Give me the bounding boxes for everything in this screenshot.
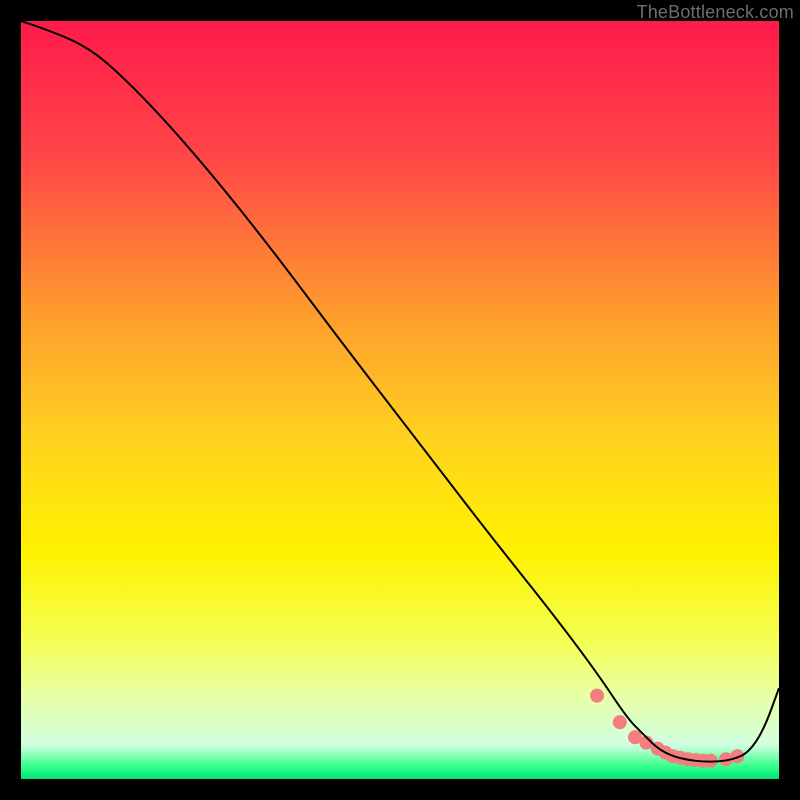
watermark-text: TheBottleneck.com: [637, 2, 794, 23]
chart-stage: TheBottleneck.com: [0, 0, 800, 800]
plot-area: [21, 21, 779, 779]
marker-dot: [590, 689, 604, 703]
plot-svg: [21, 21, 779, 779]
gradient-background: [21, 21, 779, 779]
marker-dot: [613, 715, 627, 729]
